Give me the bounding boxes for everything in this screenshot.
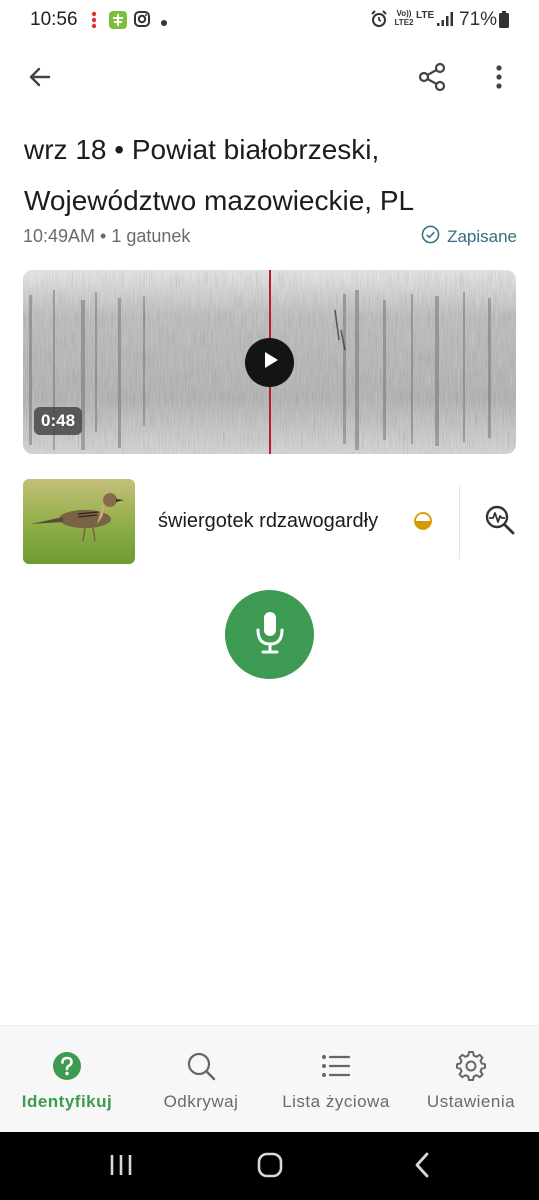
bottom-navigation: Identyfikuj Odkrywaj Lista życiowa Ustaw…: [0, 1025, 539, 1132]
nav-settings[interactable]: Ustawienia: [418, 1026, 524, 1133]
nav-discover-label: Odkrywaj: [163, 1092, 239, 1111]
battery-percent: 71%: [459, 9, 498, 30]
app-notification-icon: [108, 10, 128, 35]
app-bar: [0, 55, 539, 105]
nav-life-list[interactable]: Lista życiowa: [272, 1026, 400, 1133]
status-time: 10:56: [30, 9, 78, 30]
spectrogram[interactable]: 0:48: [23, 270, 516, 454]
waveform-search-icon: [484, 504, 516, 541]
list-icon: [321, 1050, 351, 1082]
play-button[interactable]: [245, 338, 294, 387]
saved-label: Zapisane: [447, 227, 517, 246]
home-button[interactable]: [253, 1150, 287, 1184]
share-button[interactable]: [408, 55, 456, 103]
saved-status[interactable]: Zapisane: [421, 225, 517, 249]
species-name[interactable]: świergotek rdzawogardły: [158, 510, 378, 533]
dot-icon: [160, 14, 168, 32]
record-button[interactable]: [225, 590, 314, 679]
recents-icon: [108, 1153, 134, 1182]
search-icon: [186, 1050, 216, 1082]
check-circle-icon: [421, 225, 440, 249]
half-circle-confidence-icon: [413, 511, 433, 536]
species-photo[interactable]: [23, 479, 135, 564]
nav-discover[interactable]: Odkrywaj: [146, 1026, 256, 1133]
system-navigation-bar: [0, 1132, 539, 1200]
alarm-icon: [370, 10, 388, 33]
notification-dots-icon: [90, 10, 98, 35]
nav-life-list-label: Lista życiowa: [282, 1092, 390, 1111]
share-icon: [417, 62, 447, 97]
title-line-2: Województwo mazowieckie, PL: [24, 185, 415, 216]
recording-meta: 10:49AM • 1 gatunek: [23, 226, 191, 246]
home-icon: [256, 1151, 284, 1184]
recents-button[interactable]: [104, 1150, 138, 1184]
duration-badge: 0:48: [34, 407, 83, 435]
question-circle-icon: [52, 1050, 82, 1082]
system-back-button[interactable]: [405, 1150, 439, 1184]
gear-icon: [456, 1050, 486, 1082]
back-icon: [412, 1152, 432, 1183]
signal-icon: [436, 11, 454, 32]
more-options-button[interactable]: [475, 55, 523, 103]
microphone-icon: [253, 610, 287, 659]
nav-identify-label: Identyfikuj: [21, 1092, 113, 1111]
network-label: LTE: [416, 10, 435, 21]
divider: [459, 485, 460, 559]
recording-title: wrz 18 • Powiat białobrzeski, Województw…: [24, 124, 524, 226]
arrow-left-icon: [27, 64, 53, 95]
nav-identify[interactable]: Identyfikuj: [12, 1026, 122, 1133]
volte-label: Vo)) LTE2: [394, 9, 414, 27]
play-icon: [260, 350, 280, 375]
title-line-1: wrz 18 • Powiat białobrzeski,: [24, 134, 380, 165]
back-button[interactable]: [16, 55, 64, 103]
species-result-row[interactable]: świergotek rdzawogardły: [23, 479, 516, 565]
analyze-button[interactable]: [479, 501, 521, 543]
nav-settings-label: Ustawienia: [426, 1092, 516, 1111]
more-vertical-icon: [495, 64, 503, 95]
battery-icon: [498, 11, 510, 34]
instagram-icon: [133, 10, 151, 33]
status-bar: 10:56 Vo)) LTE2 LTE 71%: [0, 0, 539, 40]
